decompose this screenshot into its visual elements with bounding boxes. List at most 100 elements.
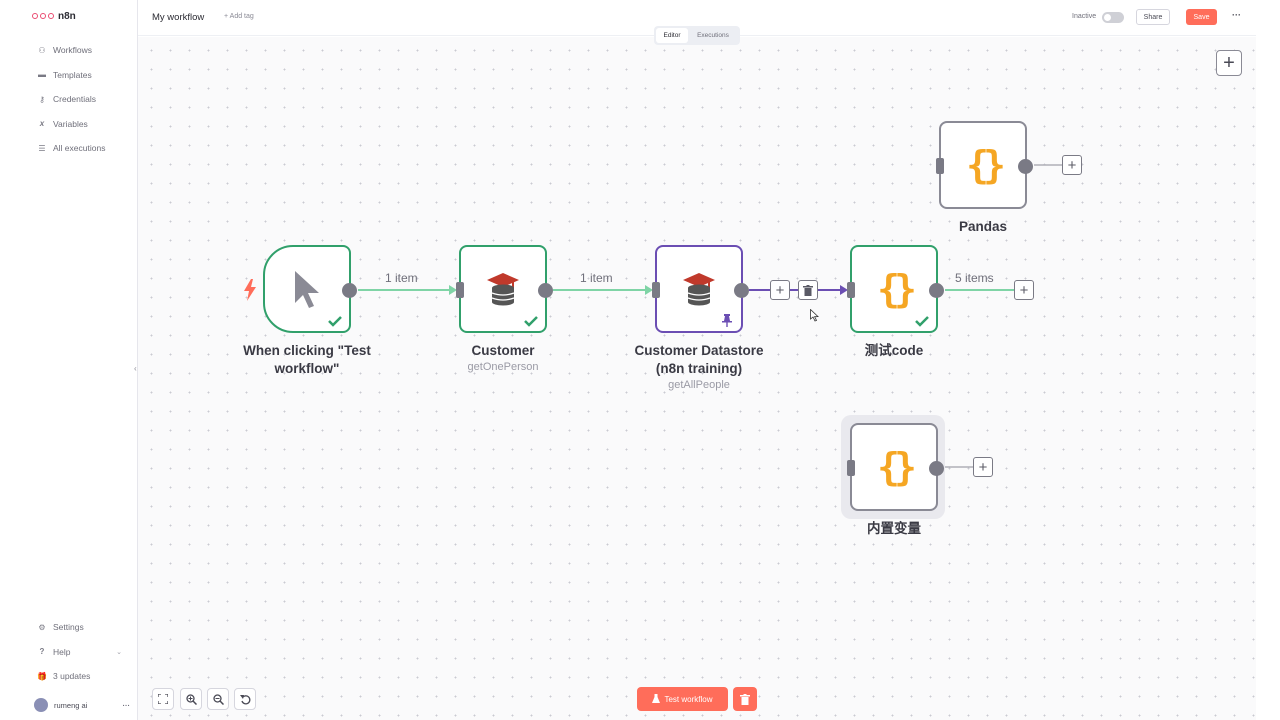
success-check-icon — [915, 316, 929, 327]
node-title: 内置变量 — [867, 521, 921, 536]
input-handle[interactable] — [847, 460, 855, 476]
help-icon: ? — [39, 647, 45, 657]
fit-view-icon — [158, 694, 168, 704]
output-handle[interactable] — [929, 461, 944, 476]
code-icon: {} — [877, 267, 917, 311]
undo-icon — [239, 694, 250, 704]
templates-icon: ▬ — [38, 70, 46, 80]
add-node-button[interactable]: + — [973, 457, 993, 477]
success-check-icon — [524, 316, 538, 327]
tab-editor[interactable]: Editor — [656, 28, 688, 43]
add-tag-link[interactable]: + Add tag — [224, 13, 254, 20]
sidebar: n8n ⚇ Workflows ▬ Templates ⚷ Credential… — [24, 0, 138, 720]
delete-connection-button[interactable] — [798, 280, 818, 300]
gift-icon: 🎁 — [37, 671, 47, 681]
share-button[interactable]: Share — [1136, 9, 1170, 25]
test-workflow-label: Test workflow — [664, 694, 713, 704]
node-title: Customer Datastore (n8n training) — [634, 343, 764, 376]
sidebar-item-templates[interactable]: ▬ Templates — [24, 63, 138, 88]
cursor-pointer-icon — [295, 271, 319, 308]
code-icon: {} — [966, 143, 1006, 187]
input-handle[interactable] — [847, 282, 855, 298]
sidebar-item-label: Settings — [53, 622, 84, 633]
input-handle[interactable] — [652, 282, 660, 298]
output-handle[interactable] — [929, 283, 944, 298]
node-customer-datastore[interactable] — [652, 245, 749, 333]
sidebar-item-label: Workflows — [53, 45, 93, 56]
workflow-status-label: Inactive — [1072, 13, 1097, 20]
output-handle[interactable] — [342, 283, 357, 298]
input-handle[interactable] — [936, 158, 944, 174]
sidebar-item-settings[interactable]: ⚙ Settings — [24, 615, 138, 640]
add-node-button[interactable]: + — [1014, 280, 1034, 300]
node-title: Pandas — [958, 219, 1008, 234]
sidebar-item-label: Templates — [53, 69, 92, 80]
sidebar-bottom-nav: ⚙ Settings ? Help ⌄ 🎁 3 updates — [24, 615, 138, 689]
variables-icon: x — [39, 119, 45, 129]
sidebar-item-help[interactable]: ? Help ⌄ — [24, 640, 138, 665]
trash-icon — [740, 693, 750, 705]
avatar — [34, 698, 48, 712]
node-manual-trigger[interactable] — [263, 245, 357, 333]
sidebar-item-label: All executions — [53, 143, 106, 154]
flask-icon — [652, 694, 661, 703]
zoom-out-icon — [212, 693, 224, 705]
sidebar-item-credentials[interactable]: ⚷ Credentials — [24, 87, 138, 112]
node-subtitle: getAllPeople — [668, 379, 730, 391]
sidebar-item-label: 3 updates — [53, 671, 91, 682]
node-title: Customer — [471, 343, 535, 358]
node-pandas[interactable]: {} — [936, 121, 1033, 209]
test-workflow-button[interactable]: Test workflow — [637, 687, 728, 711]
tab-executions[interactable]: Executions — [690, 28, 736, 43]
output-handle[interactable] — [734, 283, 749, 298]
more-icon[interactable]: ··· — [123, 701, 131, 710]
collapse-sidebar-icon[interactable]: ‹ — [134, 364, 137, 373]
sidebar-item-updates[interactable]: 🎁 3 updates — [24, 664, 138, 689]
zoom-in-icon — [185, 693, 197, 705]
sidebar-item-all-executions[interactable]: ☰ All executions — [24, 136, 138, 161]
more-options-icon[interactable]: ··· — [1232, 10, 1241, 20]
n8n-training-icon — [683, 273, 715, 306]
app-name: n8n — [58, 10, 76, 22]
n8n-training-icon — [487, 273, 519, 306]
node-subtitle: getOnePerson — [467, 361, 539, 373]
sidebar-item-variables[interactable]: x Variables — [24, 112, 138, 137]
n8n-logo-icon — [32, 10, 54, 22]
output-handle[interactable] — [1018, 159, 1033, 174]
add-node-on-connection-button[interactable]: + — [770, 280, 790, 300]
trigger-bolt-icon — [244, 279, 256, 301]
connection-label: 1 item — [580, 271, 613, 285]
mouse-cursor-icon — [810, 309, 819, 322]
gear-icon: ⚙ — [38, 622, 46, 632]
save-button[interactable]: Save — [1186, 9, 1217, 25]
sidebar-item-label: Credentials — [53, 94, 96, 105]
reset-zoom-button[interactable] — [234, 688, 256, 710]
code-icon: {} — [877, 445, 917, 489]
node-builtin-variables[interactable]: {} — [847, 423, 944, 511]
zoom-in-button[interactable] — [180, 688, 202, 710]
sidebar-item-label: Variables — [53, 118, 88, 129]
output-handle[interactable] — [538, 283, 553, 298]
trash-icon — [803, 284, 813, 296]
node-title: When clicking "Test workflow" — [243, 343, 371, 376]
app-logo[interactable]: n8n — [32, 10, 76, 22]
add-node-panel-button[interactable]: + — [1216, 50, 1242, 76]
clear-execution-button[interactable] — [733, 687, 757, 711]
view-switcher: Editor Executions — [654, 26, 740, 45]
key-icon: ⚷ — [39, 94, 45, 104]
zoom-to-fit-button[interactable] — [152, 688, 174, 710]
pin-icon — [722, 314, 732, 327]
workflow-name[interactable]: My workflow — [152, 12, 204, 23]
user-menu[interactable]: rumeng ai ··· — [34, 698, 130, 712]
input-handle[interactable] — [456, 282, 464, 298]
sidebar-item-workflows[interactable]: ⚇ Workflows — [24, 38, 138, 63]
chevron-down-icon: ⌄ — [116, 648, 122, 656]
node-test-code[interactable]: {} — [847, 245, 944, 333]
node-customer[interactable] — [456, 245, 553, 333]
zoom-out-button[interactable] — [207, 688, 229, 710]
add-node-button[interactable]: + — [1062, 155, 1082, 175]
sidebar-item-label: Help — [53, 646, 71, 657]
node-title: 测试code — [864, 343, 924, 358]
active-toggle[interactable] — [1102, 12, 1124, 23]
success-check-icon — [328, 316, 342, 327]
